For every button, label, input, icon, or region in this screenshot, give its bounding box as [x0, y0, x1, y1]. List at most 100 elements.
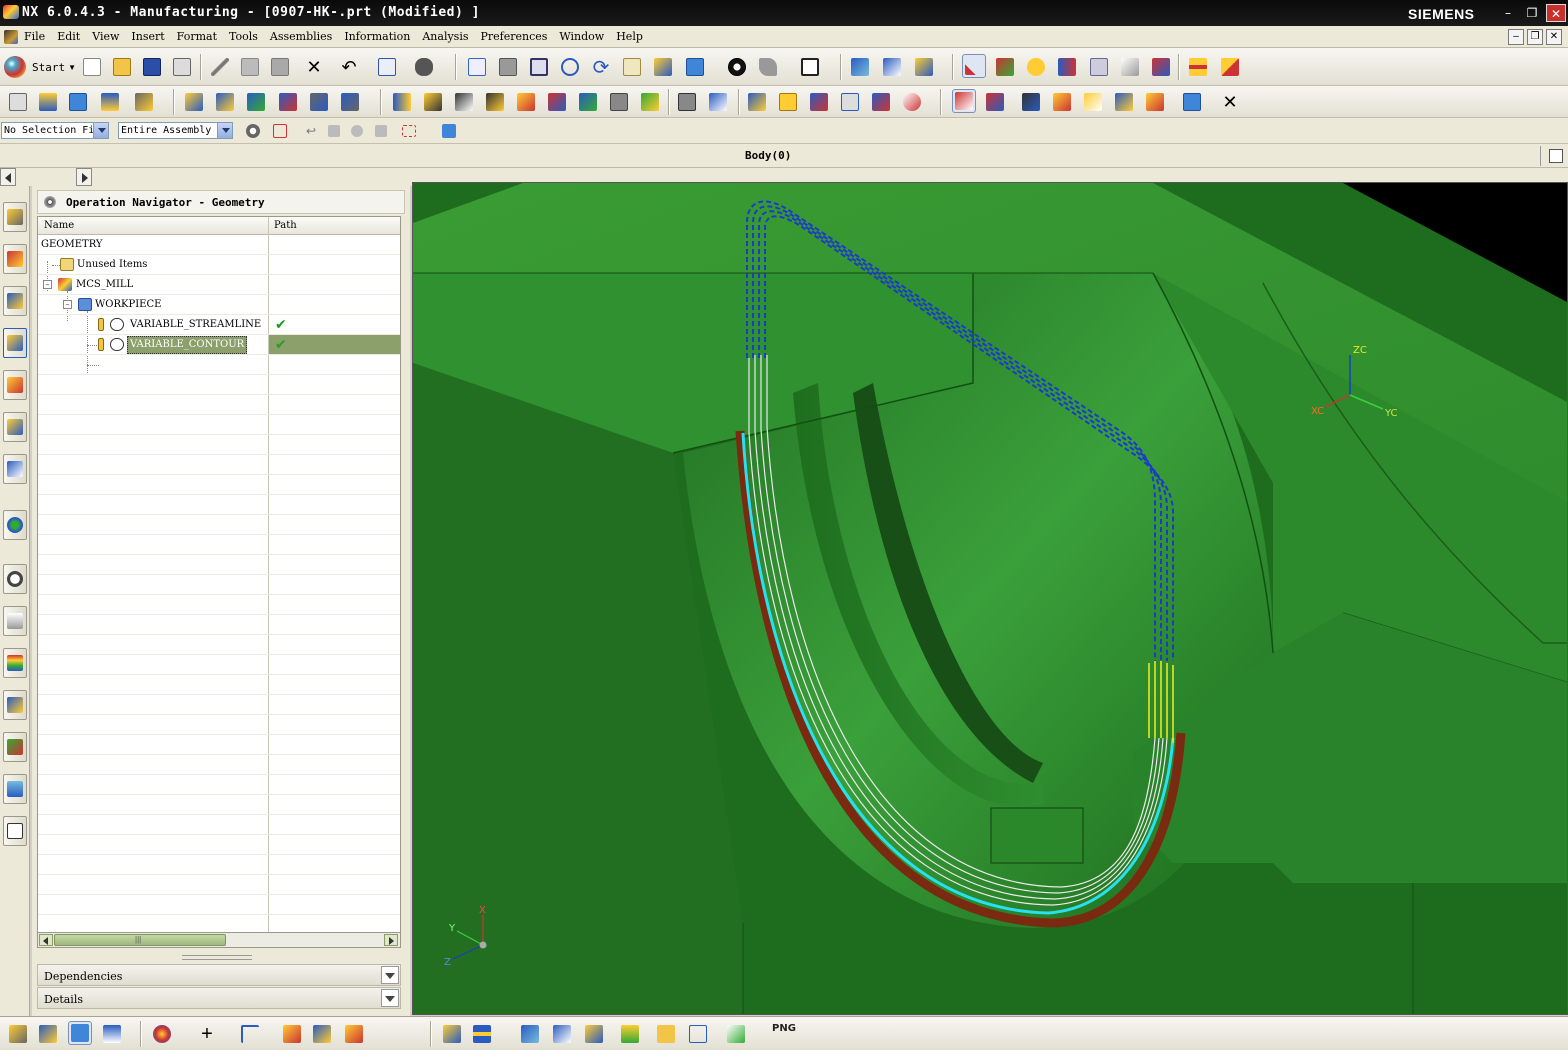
graphics-window[interactable]: ZC XC YC X Y Z — [412, 182, 1568, 1015]
fit-view-icon[interactable] — [465, 55, 489, 79]
doc-close-button[interactable]: ✕ — [1546, 29, 1562, 45]
minimize-button[interactable]: – — [1498, 4, 1518, 22]
create-tool-icon[interactable] — [36, 90, 60, 114]
list-path-icon[interactable] — [244, 90, 268, 114]
menu-assemblies[interactable]: Assemblies — [270, 30, 332, 43]
curve-icon[interactable] — [238, 1022, 262, 1046]
rotate-icon[interactable]: ⟳ — [589, 55, 613, 79]
deselect-icon[interactable] — [322, 119, 346, 143]
arrow-down-icon[interactable] — [618, 1022, 642, 1046]
wcs-orient-icon[interactable] — [993, 55, 1017, 79]
view-align-icon[interactable] — [912, 55, 936, 79]
ruler-icon[interactable] — [470, 1022, 494, 1046]
menu-app-icon[interactable] — [4, 30, 18, 44]
view-front-icon[interactable] — [518, 1022, 542, 1046]
pin-icon[interactable] — [44, 196, 56, 208]
full-screen-icon[interactable] — [1549, 149, 1563, 163]
color-palette-icon[interactable] — [150, 1022, 174, 1046]
create-program-icon[interactable] — [6, 90, 30, 114]
check-gouge-icon[interactable] — [638, 90, 662, 114]
display-geom-icon[interactable] — [838, 90, 862, 114]
part-navigator-tab[interactable] — [3, 286, 27, 316]
point-snap-icon[interactable] — [345, 119, 369, 143]
chevron-down-icon[interactable] — [381, 966, 399, 984]
measure-distance-icon[interactable] — [1186, 55, 1210, 79]
view-transform-icon[interactable] — [848, 55, 872, 79]
tool-library-tab[interactable] — [3, 412, 27, 442]
history-tab[interactable] — [3, 564, 27, 594]
feature-tree-icon[interactable] — [36, 1022, 60, 1046]
feedrate-icon[interactable] — [514, 90, 538, 114]
wcs-display-icon[interactable] — [962, 54, 986, 78]
menu-information[interactable]: Information — [344, 30, 410, 43]
selection-filter-select[interactable]: No Selection Fi — [1, 122, 109, 139]
body-select-icon[interactable] — [68, 1021, 92, 1045]
scroll-left-button[interactable] — [0, 168, 16, 186]
doc-restore-button[interactable]: ❐ — [1527, 29, 1543, 45]
open-folder-icon[interactable] — [110, 55, 134, 79]
pan-icon[interactable] — [620, 55, 644, 79]
tool-icon[interactable] — [390, 90, 414, 114]
tree-horizontal-scrollbar[interactable]: ||| — [37, 932, 401, 948]
filter-icon[interactable] — [1149, 55, 1173, 79]
select-tool-icon[interactable] — [1087, 55, 1111, 79]
snap-grid-icon[interactable] — [268, 119, 292, 143]
roles-tab[interactable] — [3, 732, 27, 762]
zoom-window-icon[interactable] — [496, 55, 520, 79]
tree-row-variable-streamline[interactable]: VARIABLE_STREAMLINE ✔ — [38, 315, 400, 335]
tree-row-unused-items[interactable]: Unused Items — [38, 255, 400, 275]
doc-minimize-button[interactable]: – — [1508, 29, 1524, 45]
time-icon[interactable] — [900, 90, 924, 114]
probe-icon[interactable] — [1081, 90, 1105, 114]
add-point-icon[interactable]: + — [195, 1022, 219, 1046]
blank-icon[interactable] — [776, 90, 800, 114]
delete-icon[interactable]: ✕ — [302, 55, 326, 79]
nav-tool-view-icon[interactable] — [983, 90, 1007, 114]
machine-icon[interactable] — [706, 90, 730, 114]
scissor-path-icon[interactable] — [452, 90, 476, 114]
shaded-cube-icon[interactable] — [683, 55, 707, 79]
arrow-select-icon[interactable] — [1055, 55, 1079, 79]
collapse-icon[interactable]: – — [43, 280, 52, 289]
column-path[interactable]: Path — [274, 220, 297, 231]
assembly-navigator-tab[interactable] — [3, 202, 27, 232]
scroll-right-button[interactable] — [76, 168, 92, 186]
solid-icon[interactable] — [342, 1022, 366, 1046]
settings-gear-icon[interactable] — [241, 119, 265, 143]
simulate-icon[interactable] — [607, 90, 631, 114]
object-list-icon[interactable] — [869, 90, 893, 114]
transform-icon[interactable] — [576, 90, 600, 114]
menu-window[interactable]: Window — [559, 30, 604, 43]
display-icon[interactable] — [545, 90, 569, 114]
constraint-navigator-tab[interactable] — [3, 244, 27, 274]
nav-geometry-view-icon[interactable] — [1019, 90, 1043, 114]
render-style-icon[interactable] — [725, 55, 749, 79]
web-browser-tab[interactable] — [3, 510, 27, 540]
folder-icon[interactable] — [654, 1022, 678, 1046]
new-file-icon[interactable] — [80, 55, 104, 79]
export-icon[interactable] — [724, 1022, 748, 1046]
column-name[interactable]: Name — [44, 220, 74, 231]
close-path-icon[interactable]: ✕ — [1218, 90, 1242, 114]
rect-select-icon[interactable] — [397, 119, 421, 143]
restore-button[interactable]: ❐ — [1522, 4, 1542, 22]
path-edit-icon[interactable] — [483, 90, 507, 114]
palettes-tab[interactable] — [3, 648, 27, 678]
tree-row-workpiece[interactable]: – WORKPIECE — [38, 295, 400, 315]
undo-select-icon[interactable]: ↩ — [299, 119, 323, 143]
details-section[interactable]: Details — [37, 987, 401, 1009]
tree-row-variable-contour[interactable]: VARIABLE_CONTOUR ✔ — [38, 335, 400, 355]
ipw-icon[interactable] — [1143, 90, 1167, 114]
undo-icon[interactable]: ↶ — [337, 55, 361, 79]
shop-doc-icon[interactable] — [675, 90, 699, 114]
binoculars-icon[interactable] — [412, 55, 436, 79]
workpiece-icon[interactable] — [1112, 90, 1136, 114]
collapse-icon[interactable]: – — [63, 300, 72, 309]
snap-point-icon[interactable] — [1024, 55, 1048, 79]
close-button[interactable]: ✕ — [1546, 4, 1566, 22]
dependencies-section[interactable]: Dependencies — [37, 964, 401, 986]
magnify-icon[interactable] — [558, 55, 582, 79]
process-studio-tab[interactable] — [3, 606, 27, 636]
plane-icon[interactable] — [280, 1022, 304, 1046]
view-iso-icon[interactable] — [582, 1022, 606, 1046]
